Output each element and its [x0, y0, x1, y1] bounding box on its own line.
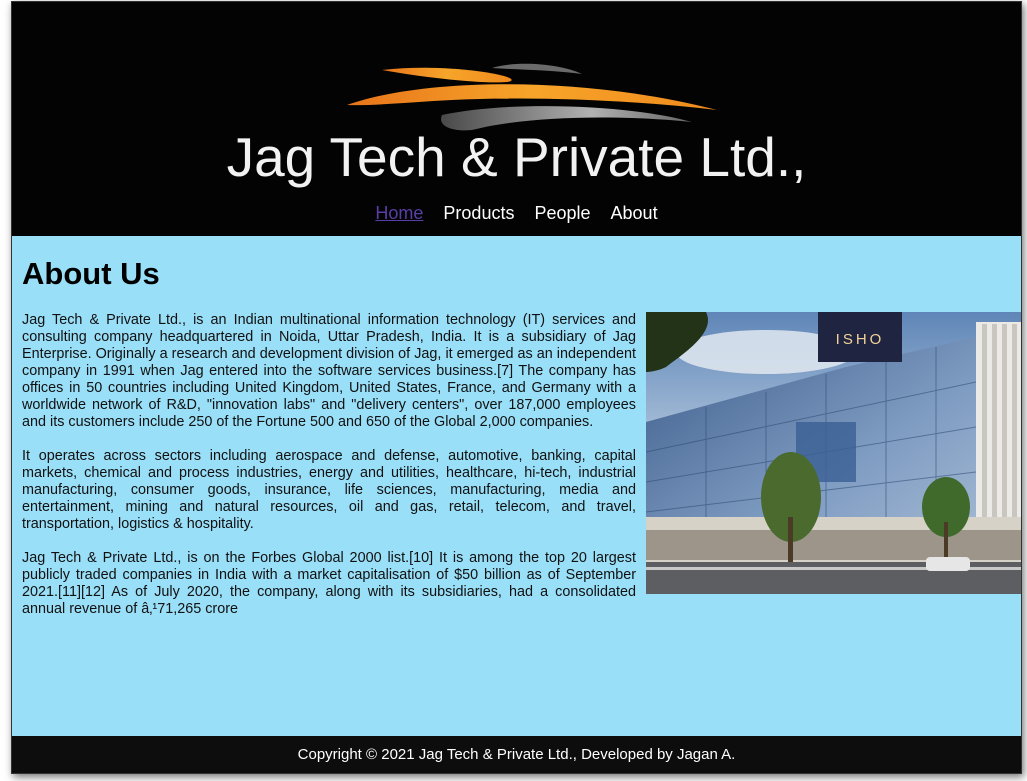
page-frame: Jag Tech & Private Ltd., Home Products Peo… [11, 1, 1022, 774]
page-title: About Us [22, 256, 160, 291]
site-title: Jag Tech & Private Ltd., [226, 126, 807, 188]
nav-link-people[interactable]: People [534, 201, 590, 225]
office-building-photo: ISHO [646, 312, 1021, 594]
nav-link-products[interactable]: Products [443, 201, 514, 225]
main-content: About Us ISHO Jag Tech & Private Ltd., i… [12, 236, 1021, 736]
header-banner: Jag Tech & Private Ltd., [12, 2, 1021, 192]
nav-link-about[interactable]: About [611, 201, 658, 225]
site-header: Jag Tech & Private Ltd., Home Products Peo… [12, 2, 1021, 236]
about-article: ISHO Jag Tech & Private Ltd., is an Indi… [22, 312, 1021, 635]
copyright-text: Copyright © 2021 Jag Tech & Private Ltd.… [297, 746, 736, 763]
nav-link-home[interactable]: Home [375, 201, 423, 225]
main-nav: Home Products People About [12, 201, 1021, 225]
site-footer: Copyright © 2021 Jag Tech & Private Ltd.… [12, 736, 1021, 773]
photo-sign-text: ISHO [836, 331, 885, 348]
